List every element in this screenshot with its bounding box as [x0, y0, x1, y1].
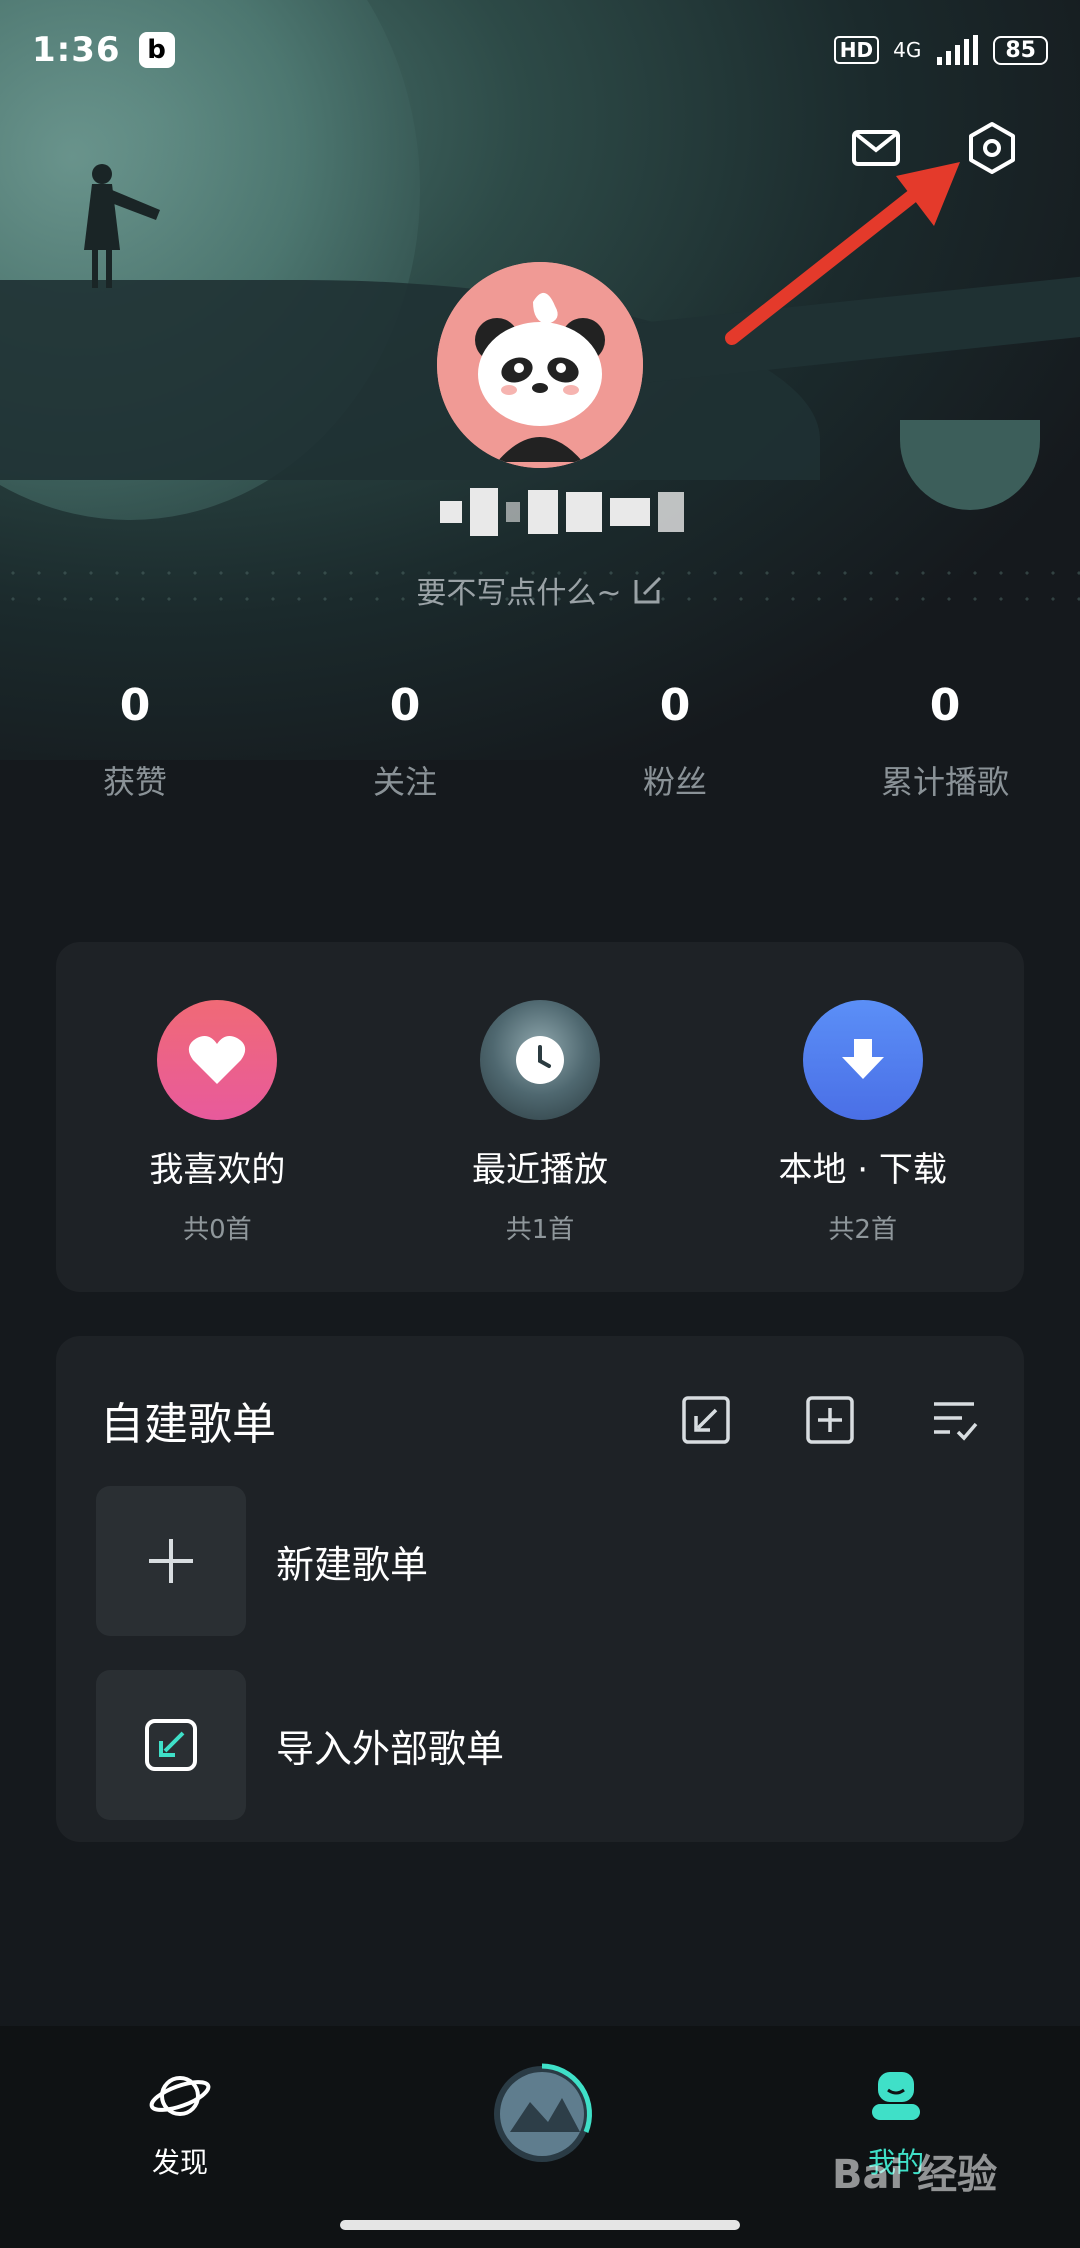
section-title: 自建歌单 [100, 1399, 276, 1450]
import-external-icon [96, 1670, 246, 1820]
edit-icon[interactable] [632, 574, 664, 606]
nav-discover[interactable]: 发现 [130, 2068, 230, 2181]
local-download-count: 共2首 [828, 1215, 897, 1245]
import-icon[interactable] [680, 1394, 732, 1446]
status-time: 1:36 [32, 30, 121, 70]
signal-icon [937, 35, 979, 65]
custom-playlists-card: 自建歌单 新建歌单 导入外部歌单 [56, 1336, 1024, 1842]
clock-icon [480, 1000, 600, 1120]
manage-list-icon[interactable] [928, 1394, 980, 1446]
watermark: Bai 经验 [832, 2152, 998, 2198]
liked-songs-count: 共0首 [183, 1215, 252, 1245]
plus-icon [96, 1486, 246, 1636]
figure-silhouette-icon [84, 164, 160, 288]
nav-discover-label: 发现 [151, 2146, 208, 2179]
bio-text: 要不写点什么~ [416, 576, 622, 611]
profile-icon [872, 2072, 920, 2120]
now-playing-disc[interactable] [490, 2062, 594, 2166]
panda-avatar-icon [437, 262, 643, 468]
recent-plays-count: 共1首 [505, 1215, 575, 1245]
disc-progress-icon [494, 2063, 592, 2162]
new-playlist-row[interactable]: 新建歌单 [56, 1486, 1024, 1636]
status-bar: 1:36 b HD 4G 85 [0, 0, 1080, 100]
annotation-arrow-icon [725, 162, 960, 345]
stat-label: 关注 [372, 763, 437, 801]
stat-total-plays[interactable]: 0 累计播歌 [810, 680, 1080, 803]
quick-access-card: 我喜欢的 共0首 最近播放 共1首 本地 · 下载 共2首 [56, 942, 1024, 1292]
username-redacted [440, 484, 710, 540]
app-notification-icon: b [138, 32, 175, 68]
recent-plays-entry[interactable]: 最近播放 共1首 [379, 942, 702, 1292]
planet-icon [149, 2076, 211, 2116]
stat-followers[interactable]: 0 粉丝 [540, 680, 810, 803]
add-playlist-icon[interactable] [804, 1394, 856, 1446]
stat-label: 粉丝 [642, 763, 707, 801]
liked-songs-title: 我喜欢的 [149, 1150, 286, 1190]
stat-label: 获赞 [102, 763, 167, 801]
heart-icon [157, 1000, 278, 1120]
bottom-navigation: 发现 我的 [0, 2026, 1080, 2248]
hanging-shape-illustration [900, 420, 1040, 510]
local-download-entry[interactable]: 本地 · 下载 共2首 [701, 942, 1024, 1292]
battery-indicator: 85 [993, 35, 1048, 65]
bio-row[interactable]: 要不写点什么~ [0, 568, 1080, 612]
stat-label: 累计播歌 [880, 763, 1009, 801]
stats-row: 0 获赞 0 关注 0 粉丝 0 累计播歌 [0, 680, 1080, 803]
new-playlist-label: 新建歌单 [276, 1542, 429, 1587]
local-download-title: 本地 · 下载 [778, 1150, 947, 1190]
stat-value: 0 [389, 680, 421, 731]
recent-plays-title: 最近播放 [472, 1150, 608, 1190]
download-icon [802, 1000, 923, 1120]
stat-value: 0 [659, 680, 691, 731]
stat-value: 0 [119, 680, 151, 731]
avatar[interactable] [437, 262, 643, 468]
hd-indicator: HD [833, 36, 880, 64]
stat-likes[interactable]: 0 获赞 [0, 680, 270, 803]
stat-value: 0 [929, 680, 961, 731]
cliff-illustration [0, 280, 820, 480]
gesture-handle[interactable] [340, 2220, 740, 2230]
stat-following[interactable]: 0 关注 [270, 680, 540, 803]
network-type: 4G [893, 38, 922, 62]
liked-songs-entry[interactable]: 我喜欢的 共0首 [56, 942, 379, 1292]
import-playlist-row[interactable]: 导入外部歌单 [56, 1670, 1024, 1820]
import-playlist-label: 导入外部歌单 [276, 1726, 505, 1771]
